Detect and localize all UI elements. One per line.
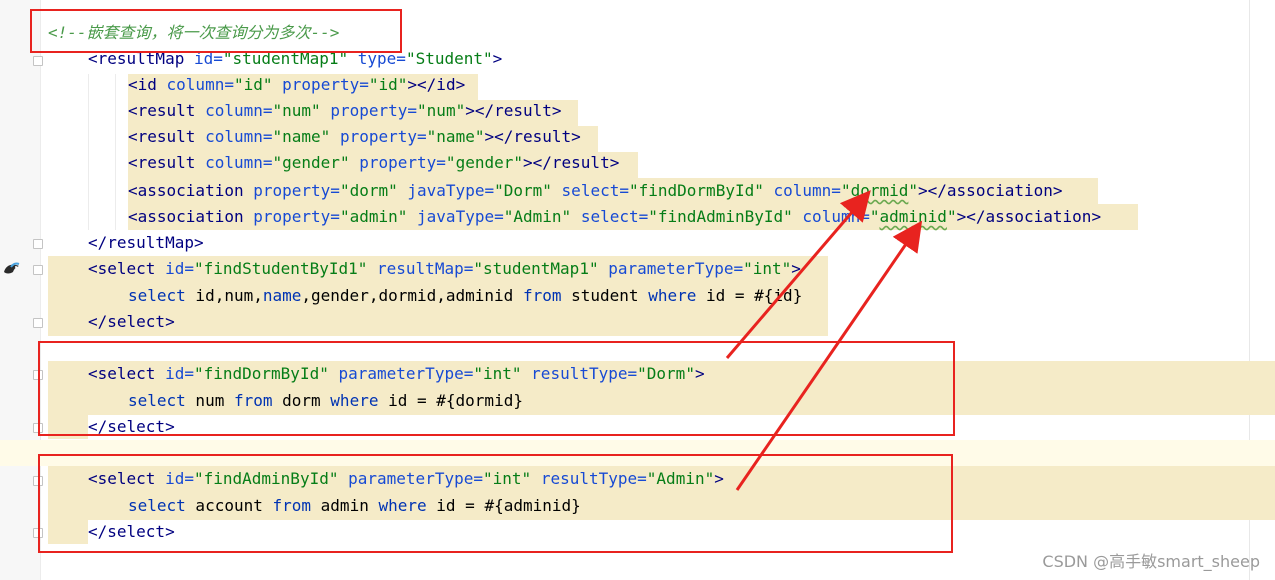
annotation-arrows: [725, 190, 923, 491]
watermark: CSDN @高手敏smart_sheep: [1042, 552, 1260, 571]
arrow-to-adminid: [735, 220, 923, 491]
